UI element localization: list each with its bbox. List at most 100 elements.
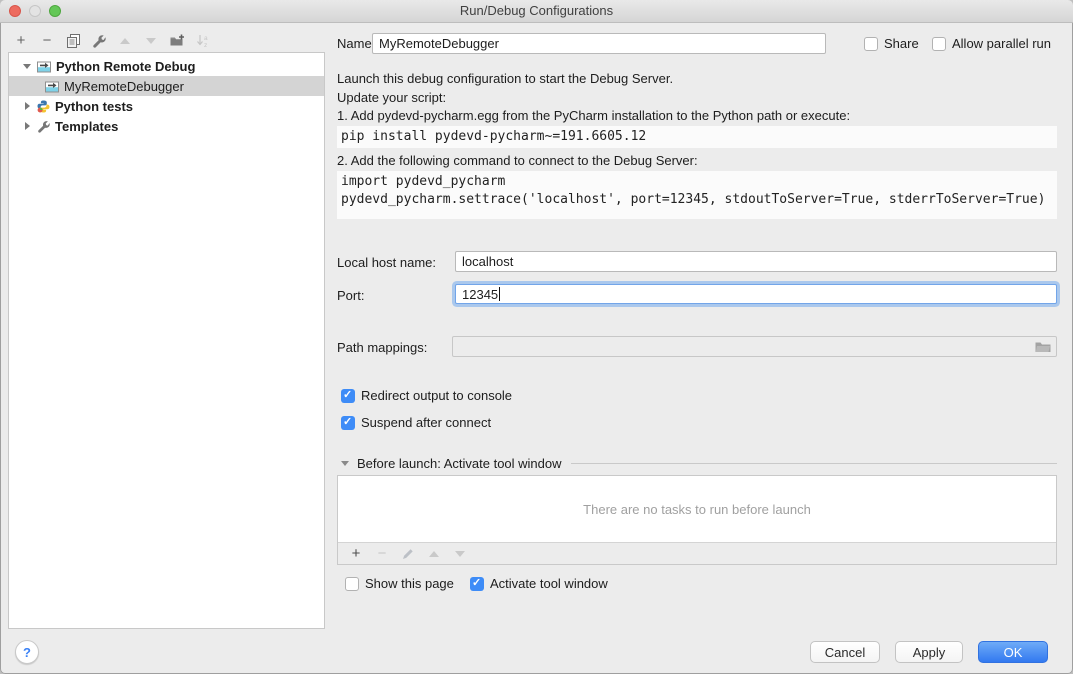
- local-host-name-label: Local host name:: [337, 255, 436, 270]
- text-cursor: [499, 287, 500, 301]
- settrace-code-line-2: pydevd_pycharm.settrace('localhost', por…: [341, 192, 1045, 207]
- sort-configurations-button: az: [190, 29, 216, 52]
- copy-icon: [67, 34, 80, 48]
- pip-install-code: pip install pydevd-pycharm~=191.6605.12: [337, 126, 1057, 148]
- port-input[interactable]: 12345: [455, 284, 1057, 304]
- move-down-button: [138, 29, 164, 52]
- add-task-button[interactable]: +: [345, 544, 367, 563]
- tasks-toolbar: + −: [338, 542, 1056, 564]
- allow-parallel-run-checkbox[interactable]: [932, 37, 946, 51]
- tree-item-label: Python Remote Debug: [56, 59, 195, 74]
- copy-configuration-button[interactable]: [60, 29, 86, 52]
- before-launch-header[interactable]: Before launch: Activate tool window: [341, 456, 1057, 471]
- zoom-button[interactable]: [49, 5, 61, 17]
- remove-configuration-button[interactable]: −: [34, 29, 60, 52]
- browse-path-mappings-button[interactable]: [1035, 340, 1051, 356]
- activate-tool-window-checkbox[interactable]: [470, 577, 484, 591]
- minimize-button: [29, 5, 41, 17]
- port-label: Port:: [337, 288, 364, 303]
- allow-parallel-run-row[interactable]: Allow parallel run: [932, 36, 1051, 51]
- tree-item-label: Templates: [55, 119, 118, 134]
- tree-item-templates[interactable]: Templates: [9, 116, 324, 136]
- suspend-after-connect-label: Suspend after connect: [361, 415, 491, 430]
- port-value: 12345: [462, 287, 498, 302]
- name-input[interactable]: [372, 33, 826, 54]
- allow-parallel-run-label: Allow parallel run: [952, 36, 1051, 51]
- ok-button[interactable]: OK: [978, 641, 1048, 663]
- redirect-output-checkbox[interactable]: [341, 389, 355, 403]
- configurations-tree: Python Remote Debug MyRemoteDebugger Pyt…: [8, 52, 325, 629]
- title-bar: Run/Debug Configurations: [0, 0, 1073, 23]
- suspend-after-connect-row[interactable]: Suspend after connect: [341, 415, 491, 430]
- edit-templates-button[interactable]: [86, 29, 112, 52]
- move-task-up-button: [423, 544, 445, 563]
- chevron-right-icon[interactable]: [25, 102, 30, 110]
- activate-tool-window-row[interactable]: Activate tool window: [470, 576, 608, 591]
- settrace-code-block: import pydevd_pycharm pydevd_pycharm.set…: [337, 171, 1057, 219]
- apply-button[interactable]: Apply: [895, 641, 963, 663]
- cancel-button[interactable]: Cancel: [810, 641, 880, 663]
- pencil-icon: [402, 548, 414, 560]
- tree-item-myremotedebugger[interactable]: MyRemoteDebugger: [9, 76, 324, 96]
- before-launch-title: Before launch: Activate tool window: [357, 456, 562, 471]
- local-host-name-input[interactable]: [455, 251, 1057, 272]
- wrench-icon: [92, 34, 106, 48]
- chevron-down-icon[interactable]: [23, 64, 31, 69]
- instruction-line-1: Launch this debug configuration to start…: [337, 71, 673, 86]
- move-up-icon: [429, 551, 439, 557]
- tree-item-python-tests[interactable]: Python tests: [9, 96, 324, 116]
- chevron-right-icon[interactable]: [25, 122, 30, 130]
- svg-text:z: z: [204, 42, 207, 48]
- redirect-output-row[interactable]: Redirect output to console: [341, 388, 512, 403]
- move-up-button: [112, 29, 138, 52]
- redirect-output-label: Redirect output to console: [361, 388, 512, 403]
- move-up-icon: [120, 38, 130, 44]
- settrace-code-line-1: import pydevd_pycharm: [341, 174, 505, 189]
- show-this-page-row[interactable]: Show this page: [345, 576, 454, 591]
- share-label: Share: [884, 36, 919, 51]
- svg-text:a: a: [204, 35, 208, 42]
- show-this-page-checkbox[interactable]: [345, 577, 359, 591]
- instruction-step-2: 2. Add the following command to connect …: [337, 153, 698, 168]
- empty-tasks-message: There are no tasks to run before launch: [338, 476, 1056, 542]
- plus-icon: +: [352, 546, 361, 561]
- plus-icon: +: [17, 33, 26, 48]
- window-title: Run/Debug Configurations: [0, 0, 1073, 21]
- add-configuration-button[interactable]: +: [8, 29, 34, 52]
- tree-item-label: MyRemoteDebugger: [64, 79, 184, 94]
- path-mappings-label: Path mappings:: [337, 340, 427, 355]
- move-down-icon: [455, 551, 465, 557]
- remote-debug-icon: [37, 60, 51, 73]
- section-divider: [571, 463, 1057, 464]
- remote-debug-icon: [45, 80, 59, 93]
- configurations-toolbar: + − az: [8, 29, 325, 52]
- share-checkbox[interactable]: [864, 37, 878, 51]
- suspend-after-connect-checkbox[interactable]: [341, 416, 355, 430]
- sort-az-icon: az: [196, 34, 210, 48]
- help-button[interactable]: ?: [15, 640, 39, 664]
- python-tests-icon: [37, 100, 50, 113]
- show-this-page-label: Show this page: [365, 576, 454, 591]
- activate-tool-window-label: Activate tool window: [490, 576, 608, 591]
- new-folder-button[interactable]: [164, 29, 190, 52]
- share-checkbox-row[interactable]: Share: [864, 36, 919, 51]
- question-mark-icon: ?: [23, 645, 31, 660]
- minus-icon: −: [43, 33, 52, 48]
- move-down-icon: [146, 38, 156, 44]
- tree-item-python-remote-debug[interactable]: Python Remote Debug: [9, 56, 324, 76]
- path-mappings-input[interactable]: [452, 336, 1057, 357]
- close-button[interactable]: [9, 5, 21, 17]
- folder-icon: [1035, 340, 1051, 353]
- instruction-step-1: 1. Add pydevd-pycharm.egg from the PyCha…: [337, 108, 850, 123]
- run-debug-configurations-dialog: Run/Debug Configurations + − az Python R…: [0, 0, 1073, 674]
- templates-wrench-icon: [37, 120, 50, 133]
- tree-item-label: Python tests: [55, 99, 133, 114]
- collapse-section-icon[interactable]: [341, 461, 349, 466]
- remove-task-button: −: [371, 544, 393, 563]
- before-launch-tasks-box: There are no tasks to run before launch …: [337, 475, 1057, 565]
- name-label: Name:: [337, 36, 375, 51]
- instruction-line-2: Update your script:: [337, 90, 446, 105]
- edit-task-button: [397, 544, 419, 563]
- new-folder-icon: [170, 34, 185, 47]
- minus-icon: −: [378, 546, 387, 561]
